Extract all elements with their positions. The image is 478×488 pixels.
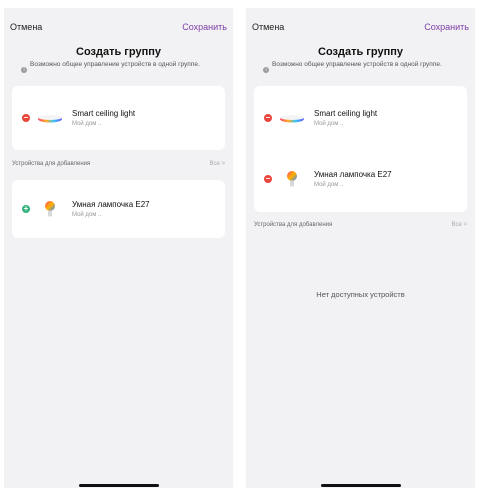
device-name: Smart ceiling light (72, 109, 136, 118)
device-name: Smart ceiling light (314, 109, 378, 118)
save-button[interactable]: Сохранить (182, 22, 227, 32)
screen-left: Отмена Сохранить Создать группу i Возмож… (4, 8, 233, 488)
device-home: Мой дом .. (314, 121, 344, 127)
available-devices-card: + Умная лампочка E27 Мой дом .. (12, 180, 225, 238)
all-link[interactable]: Все > (209, 161, 225, 167)
cancel-button[interactable]: Отмена (10, 22, 42, 32)
section-label: Устройства для добавления (254, 222, 333, 228)
group-devices-card: − Smart ceiling light Мой дом .. (12, 86, 225, 150)
nav-bar: Отмена Сохранить (252, 22, 469, 38)
hint-text: i Возможно общее управление устройств в … (21, 61, 210, 73)
remove-icon[interactable]: − (22, 114, 30, 122)
bulb-icon (45, 201, 55, 217)
device-home: Мой дом .. (72, 212, 102, 218)
hint-label: Возможно общее управление устройств в од… (272, 61, 442, 68)
device-home: Мой дом .. (314, 182, 344, 188)
save-button[interactable]: Сохранить (424, 22, 469, 32)
section-label: Устройства для добавления (12, 161, 91, 167)
list-item[interactable]: + Умная лампочка E27 Мой дом .. (12, 192, 225, 226)
hint-text: i Возможно общее управление устройств в … (263, 61, 452, 73)
info-icon: i (21, 67, 27, 73)
ceiling-light-icon (280, 115, 304, 123)
device-home: Мой дом .. (72, 121, 102, 127)
list-item[interactable]: − Умная лампочка E27 Мой дом .. (254, 162, 467, 196)
empty-state-text: Нет доступных устройств (316, 290, 405, 299)
info-icon: i (263, 67, 269, 73)
device-name: Умная лампочка E27 (72, 200, 150, 209)
bulb-icon (287, 171, 297, 187)
cancel-button[interactable]: Отмена (252, 22, 284, 32)
remove-icon[interactable]: − (264, 114, 272, 122)
hint-label: Возможно общее управление устройств в од… (30, 61, 200, 68)
home-indicator (79, 484, 159, 487)
device-name: Умная лампочка E27 (314, 170, 392, 179)
nav-bar: Отмена Сохранить (10, 22, 227, 38)
page-title: Создать группу (76, 46, 161, 58)
list-item[interactable]: − Smart ceiling light Мой дом .. (12, 101, 225, 135)
remove-icon[interactable]: − (264, 175, 272, 183)
ceiling-light-icon (38, 115, 62, 123)
screen-right: Отмена Сохранить Создать группу i Возмож… (246, 8, 475, 488)
home-indicator (321, 484, 401, 487)
group-devices-card: − Smart ceiling light Мой дом .. − Умная… (254, 86, 467, 212)
add-icon[interactable]: + (22, 205, 30, 213)
all-link[interactable]: Все > (451, 222, 467, 228)
list-item[interactable]: − Smart ceiling light Мой дом .. (254, 101, 467, 135)
page-title: Создать группу (318, 46, 403, 58)
